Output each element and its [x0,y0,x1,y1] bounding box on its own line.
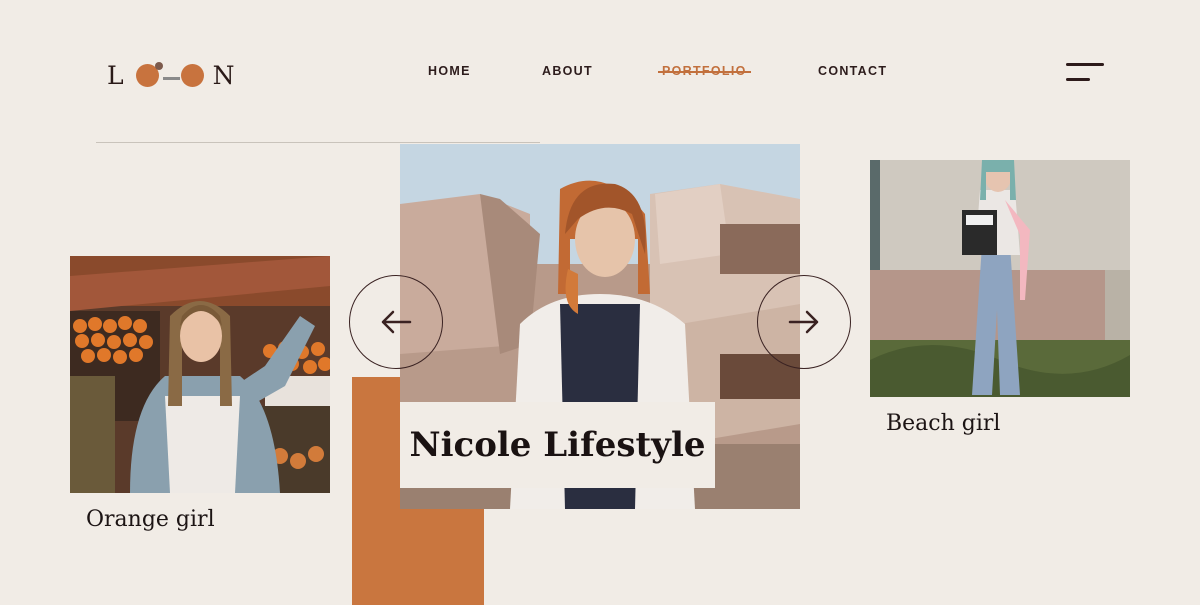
slide-prev-image[interactable] [70,256,330,493]
slide-next-image[interactable] [870,160,1130,397]
nav-home[interactable]: HOME [428,64,471,78]
prev-slide-button[interactable] [349,275,443,369]
hamburger-line [1066,63,1104,66]
nav-about[interactable]: ABOUT [542,64,593,78]
hamburger-line [1066,78,1090,81]
main-nav: HOME ABOUT PORTFOLIO CONTACT [0,64,1200,80]
hamburger-icon[interactable] [1066,60,1106,86]
arrow-left-icon [381,310,412,334]
nav-contact[interactable]: CONTACT [818,64,887,78]
slide-prev-caption: Orange girl [86,507,215,532]
arrow-right-icon [788,310,819,334]
slide-next-caption: Beach girl [886,411,1001,436]
slide-title-box: Nicole Lifestyle [400,402,715,488]
slide-title: Nicole Lifestyle [409,425,706,465]
nav-portfolio[interactable]: PORTFOLIO [658,64,751,78]
next-slide-button[interactable] [757,275,851,369]
divider [96,142,540,143]
